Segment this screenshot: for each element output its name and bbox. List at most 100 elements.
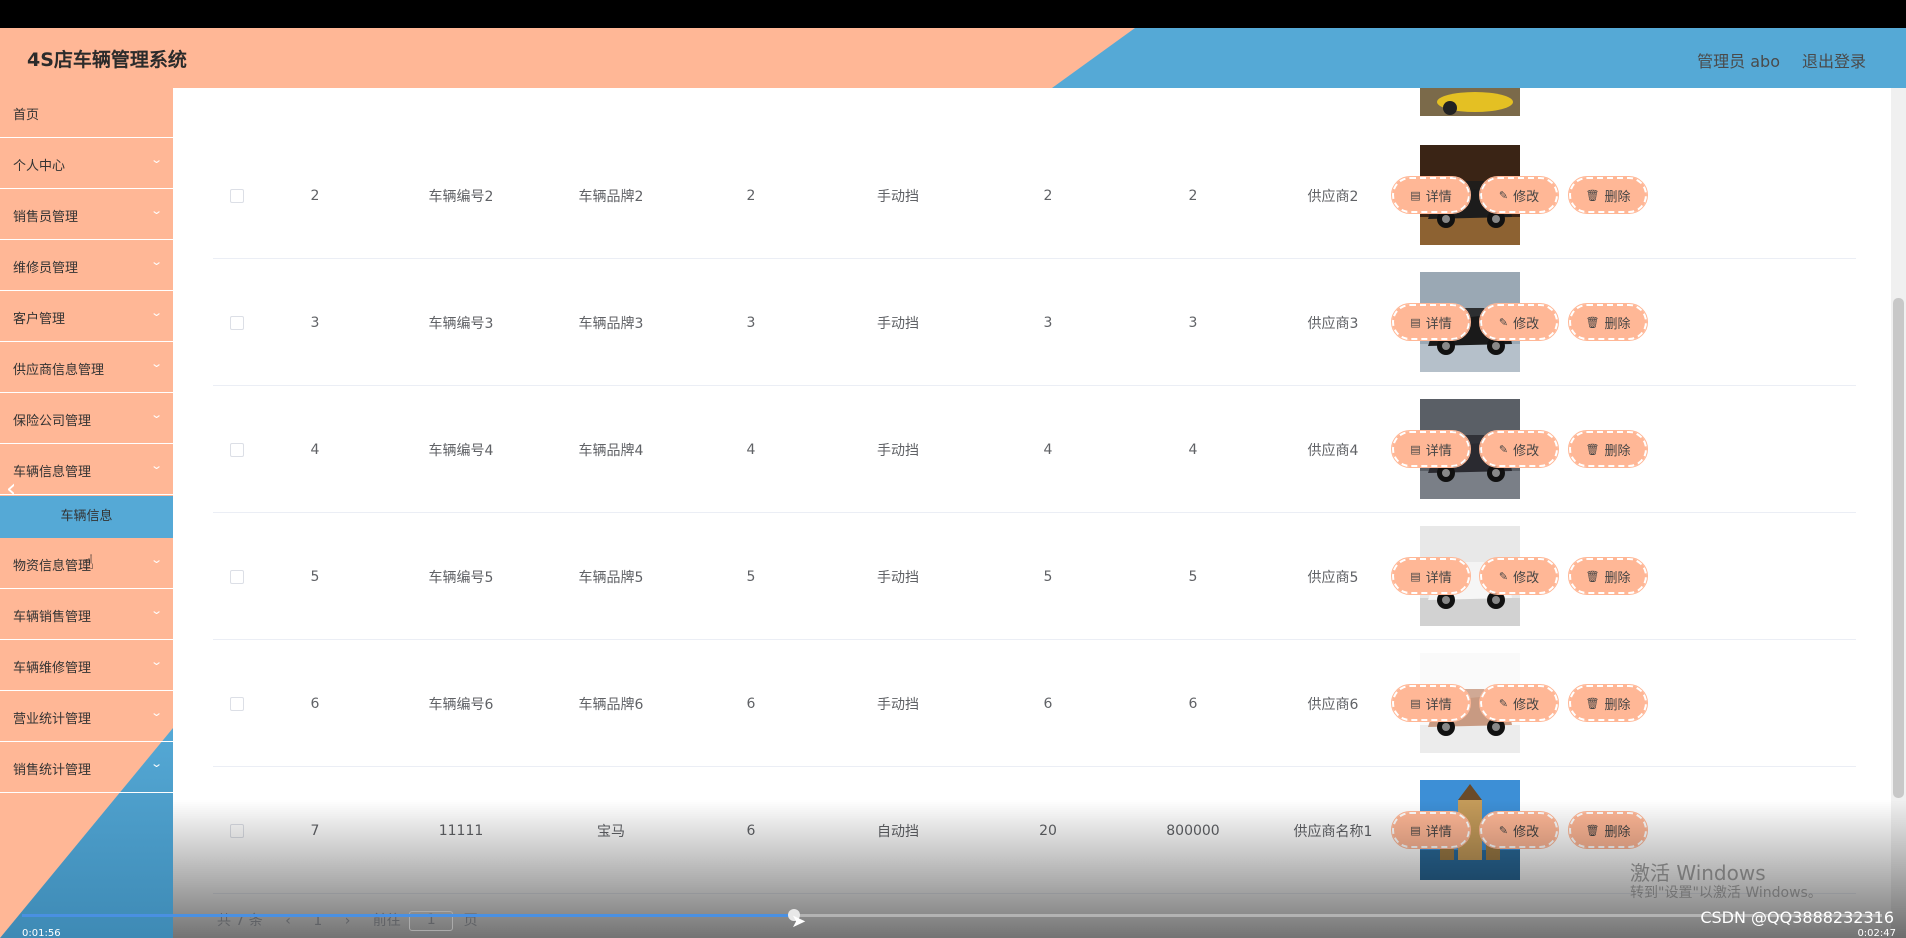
cell-supplier: 供应商4	[1307, 442, 1359, 459]
cell-brand: 车辆品牌6	[578, 696, 644, 713]
trash-icon: 🗑	[1585, 188, 1600, 202]
row-checkbox[interactable]	[230, 443, 244, 457]
hand-cursor-icon: ☝	[82, 550, 95, 574]
detail-button-label: 详情	[1425, 189, 1452, 205]
sidebar-item-4[interactable]: 客户管理 ⌄	[0, 292, 173, 342]
scrollbar[interactable]	[1891, 88, 1906, 938]
sidebar-item-12[interactable]: 销售统计管理 ⌄	[0, 743, 173, 793]
header-peach-band	[0, 28, 1135, 88]
chevron-down-icon: ⌄	[149, 757, 163, 770]
row-checkbox[interactable]	[230, 570, 244, 584]
current-user: 管理员 abo	[1697, 52, 1780, 71]
sidebar-item-10[interactable]: 车辆维修管理 ⌄	[0, 641, 173, 691]
cell-supplier: 供应商3	[1307, 315, 1359, 332]
trash-icon: 🗑	[1585, 315, 1600, 329]
edit-button[interactable]: ✎ 修改	[1479, 684, 1559, 722]
sidebar-item-label: 销售员管理	[13, 210, 79, 225]
detail-button-label: 详情	[1425, 316, 1452, 332]
car-image-partial	[1420, 88, 1520, 116]
edit-button[interactable]: ✎ 修改	[1479, 176, 1559, 214]
sidebar-subitem-vehicle-info[interactable]: 车辆信息	[0, 496, 173, 538]
sidebar-item-11[interactable]: 营业统计管理 ⌄	[0, 692, 173, 742]
cell-c6: 5	[1043, 568, 1053, 585]
sidebar-item-0[interactable]: 首页	[0, 88, 173, 138]
cell-c6: 20	[1039, 822, 1057, 839]
sidebar-item-label: 保险公司管理	[13, 414, 92, 429]
delete-button[interactable]: 🗑 删除	[1568, 176, 1648, 214]
table-row: 5 车辆编号5 车辆品牌5 5 手动挡 5 5 供应商5 ▤ 详情 ✎ 修改 🗑 删除	[213, 513, 1856, 640]
delete-button[interactable]: 🗑 删除	[1568, 303, 1648, 341]
cell-supplier: 供应商名称1	[1293, 823, 1373, 840]
cell-gear: 手动挡	[877, 696, 919, 713]
sidebar-item-5[interactable]: 供应商信息管理 ⌄	[0, 343, 173, 393]
cell-brand: 车辆品牌5	[578, 569, 644, 586]
cell-code: 车辆编号6	[428, 696, 494, 713]
chevron-down-icon: ⌄	[149, 408, 163, 421]
delete-button[interactable]: 🗑 删除	[1568, 684, 1648, 722]
document-icon: ▤	[1410, 569, 1421, 583]
trash-icon: 🗑	[1585, 696, 1600, 710]
detail-button[interactable]: ▤ 详情	[1391, 430, 1471, 468]
delete-button[interactable]: 🗑 删除	[1568, 811, 1648, 849]
window-top-bar	[0, 0, 1906, 28]
document-icon: ▤	[1410, 442, 1421, 456]
edit-button[interactable]: ✎ 修改	[1479, 557, 1559, 595]
delete-button[interactable]: 🗑 删除	[1568, 557, 1648, 595]
sidebar-item-label: 供应商信息管理	[13, 363, 105, 378]
logout-button[interactable]: 退出登录	[1802, 48, 1866, 72]
sidebar-item-2[interactable]: 销售员管理 ⌄	[0, 190, 173, 240]
edit-button[interactable]: ✎ 修改	[1479, 430, 1559, 468]
sidebar: 首页 个人中心 ⌄ 销售员管理 ⌄ 维修员管理 ⌄ 客户管理 ⌄ 供应商信息管理 ⌄ 保险公司管理 ⌄ 车…	[0, 88, 173, 938]
cell-index: 5	[310, 568, 320, 585]
chevron-down-icon: ⌄	[149, 604, 163, 617]
trash-icon: 🗑	[1585, 823, 1600, 837]
scrollbar-thumb[interactable]	[1893, 298, 1904, 798]
delete-button-label: 删除	[1604, 824, 1631, 840]
document-icon: ▤	[1410, 696, 1421, 710]
cell-c4: 6	[746, 695, 756, 712]
sidebar-item-3[interactable]: 维修员管理 ⌄	[0, 241, 173, 291]
sidebar-item-7[interactable]: 车辆信息管理 ⌄	[0, 445, 173, 495]
cell-c4: 4	[746, 441, 756, 458]
sidebar-item-label: 车辆信息管理	[13, 465, 92, 480]
cell-gear: 手动挡	[877, 569, 919, 586]
table-row: 6 车辆编号6 车辆品牌6 6 手动挡 6 6 供应商6 ▤ 详情 ✎ 修改 🗑 删除	[213, 640, 1856, 767]
delete-button-label: 删除	[1604, 443, 1631, 459]
row-checkbox[interactable]	[230, 824, 244, 838]
edit-button[interactable]: ✎ 修改	[1479, 811, 1559, 849]
cell-supplier: 供应商6	[1307, 696, 1359, 713]
delete-button-label: 删除	[1604, 189, 1631, 205]
cell-gear: 手动挡	[877, 442, 919, 459]
cell-code: 车辆编号3	[428, 315, 494, 332]
sidebar-item-6[interactable]: 保险公司管理 ⌄	[0, 394, 173, 444]
chevron-down-icon: ⌄	[149, 706, 163, 719]
row-checkbox[interactable]	[230, 189, 244, 203]
detail-button[interactable]: ▤ 详情	[1391, 303, 1471, 341]
sidebar-item-label: 销售统计管理	[13, 763, 92, 778]
chevron-down-icon: ⌄	[149, 306, 163, 319]
pencil-icon: ✎	[1498, 823, 1509, 837]
sidebar-item-9[interactable]: 车辆销售管理 ⌄	[0, 590, 173, 640]
cell-supplier: 供应商2	[1307, 188, 1359, 205]
chevron-down-icon: ⌄	[149, 459, 163, 472]
csdn-watermark: CSDN @QQ3888232316	[1700, 908, 1894, 927]
cell-c4: 2	[746, 187, 756, 204]
detail-button[interactable]: ▤ 详情	[1391, 811, 1471, 849]
detail-button[interactable]: ▤ 详情	[1391, 684, 1471, 722]
video-progress-fill	[22, 914, 794, 917]
delete-button-label: 删除	[1604, 570, 1631, 586]
row-checkbox[interactable]	[230, 316, 244, 330]
row-checkbox[interactable]	[230, 697, 244, 711]
edit-button-label: 修改	[1513, 824, 1540, 840]
edit-button[interactable]: ✎ 修改	[1479, 303, 1559, 341]
detail-button[interactable]: ▤ 详情	[1391, 557, 1471, 595]
document-icon: ▤	[1410, 315, 1421, 329]
delete-button[interactable]: 🗑 删除	[1568, 430, 1648, 468]
chevron-down-icon: ⌄	[149, 357, 163, 370]
chevron-left-icon[interactable]: ‹	[6, 474, 16, 504]
sidebar-item-1[interactable]: 个人中心 ⌄	[0, 139, 173, 189]
cell-price: 4	[1188, 441, 1198, 458]
edit-button-label: 修改	[1513, 697, 1540, 713]
detail-button[interactable]: ▤ 详情	[1391, 176, 1471, 214]
chevron-down-icon: ⌄	[149, 204, 163, 217]
